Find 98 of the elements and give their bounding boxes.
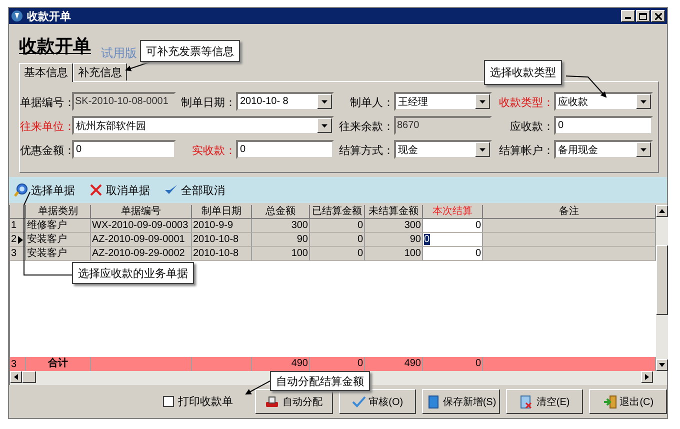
app-icon bbox=[11, 10, 23, 22]
table-cell: 安装客户 bbox=[26, 233, 91, 247]
scroll-thumb[interactable] bbox=[22, 371, 36, 383]
input-field[interactable]: 0 bbox=[72, 140, 176, 159]
close-button[interactable] bbox=[651, 10, 665, 22]
minimize-button[interactable] bbox=[621, 10, 635, 22]
action-button[interactable]: 退出(C) bbox=[589, 389, 667, 414]
input-field[interactable]: 8670 bbox=[394, 116, 492, 135]
field-label: 结算帐户： bbox=[498, 144, 554, 158]
printer-icon bbox=[265, 394, 280, 408]
tab[interactable]: 补充信息 bbox=[73, 63, 127, 81]
field-label: 应收款： bbox=[509, 120, 554, 134]
table-cell: 2010-10-8 bbox=[192, 233, 252, 247]
field-label: 往来单位： bbox=[20, 120, 72, 134]
callout-note: 选择收款类型 bbox=[484, 60, 562, 85]
field-label: 结算方式： bbox=[338, 144, 394, 158]
table-cell: 0 bbox=[310, 233, 365, 247]
maximize-button[interactable] bbox=[636, 10, 650, 22]
row-number: 2 bbox=[10, 233, 26, 247]
total-cell: 合计 bbox=[26, 357, 91, 371]
print-checkbox[interactable]: 打印收款单 bbox=[163, 394, 233, 409]
toolbar-button[interactable]: 全部取消 bbox=[164, 182, 225, 198]
total-cell: 490 bbox=[252, 357, 310, 371]
field-label: 往来余款： bbox=[338, 120, 394, 134]
column-header[interactable]: 总金额 bbox=[252, 205, 310, 219]
table-cell[interactable]: 0 bbox=[423, 219, 483, 233]
column-header[interactable]: 备注 bbox=[483, 205, 656, 219]
exit-door-icon bbox=[602, 394, 617, 408]
current-row-icon bbox=[18, 236, 23, 244]
dropdown-field[interactable]: 现金 bbox=[394, 140, 492, 159]
input-field[interactable]: SK-2010-10-08-0001 bbox=[72, 92, 176, 111]
table-cell: 2010-10-8 bbox=[192, 247, 252, 261]
table-cell: 0 bbox=[310, 247, 365, 261]
trial-label: 试用版 bbox=[101, 45, 137, 62]
table-cell: 300 bbox=[252, 219, 310, 233]
table-cell[interactable]: 0 bbox=[423, 233, 483, 247]
field-label: 制单人： bbox=[349, 96, 394, 110]
table-cell: 300 bbox=[365, 219, 423, 233]
dropdown-field[interactable]: 2010-10- 8 bbox=[236, 92, 334, 111]
table-cell: AZ-2010-09-29-0002 bbox=[91, 247, 192, 261]
scroll-thumb[interactable] bbox=[656, 245, 668, 315]
column-header[interactable]: 单据类别 bbox=[26, 205, 91, 219]
field-label: 优惠金额： bbox=[20, 144, 72, 158]
total-cell: 490 bbox=[365, 357, 423, 371]
total-cell bbox=[192, 357, 252, 371]
field-label: 收款类型： bbox=[498, 96, 554, 110]
table-cell[interactable]: 0 bbox=[423, 247, 483, 261]
table-cell: 安装客户 bbox=[26, 247, 91, 261]
leader-line bbox=[566, 76, 607, 98]
row-number: 3 bbox=[10, 247, 26, 261]
field-label: 实收款： bbox=[191, 144, 236, 158]
leader-line bbox=[125, 62, 150, 72]
table-cell: 100 bbox=[252, 247, 310, 261]
dropdown-field[interactable]: 备用现金 bbox=[554, 140, 653, 159]
toolbar-button[interactable]: 选择单据 bbox=[14, 182, 75, 198]
toolbar-button[interactable]: 取消单据 bbox=[89, 182, 150, 198]
cross-icon bbox=[89, 183, 103, 197]
maximize-icon bbox=[639, 12, 647, 20]
magnifier-icon bbox=[14, 183, 28, 197]
column-header[interactable]: 制单日期 bbox=[192, 205, 252, 219]
table-cell: 100 bbox=[365, 247, 423, 261]
table-cell: 2010-9-9 bbox=[192, 219, 252, 233]
table-cell: AZ-2010-09-09-0001 bbox=[91, 233, 192, 247]
check-icon bbox=[352, 394, 366, 408]
total-cell: 0 bbox=[310, 357, 365, 371]
callout-note: 可补充发票等信息 bbox=[140, 40, 240, 62]
action-button[interactable]: 自动分配 bbox=[255, 389, 333, 414]
action-button[interactable]: 清空(E) bbox=[506, 389, 584, 414]
total-cell: 0 bbox=[423, 357, 483, 371]
column-header[interactable]: 单据编号 bbox=[91, 205, 192, 219]
table-cell: 90 bbox=[365, 233, 423, 247]
table-cell: 维修客户 bbox=[26, 219, 91, 233]
window-title: 收款开单 bbox=[27, 10, 71, 24]
column-header[interactable]: 未结算金额 bbox=[365, 205, 423, 219]
vertical-scrollbar[interactable] bbox=[656, 205, 668, 371]
field-label: 制单日期： bbox=[180, 96, 236, 110]
table-cell: WX-2010-09-09-0003 bbox=[91, 219, 192, 233]
row-number: 3 bbox=[10, 357, 26, 371]
table-cell: 0 bbox=[310, 219, 365, 233]
action-button[interactable]: 审核(O) bbox=[338, 389, 416, 414]
form-title: 收款开单 bbox=[19, 35, 91, 58]
action-button[interactable]: 保存新增(S) bbox=[422, 389, 500, 414]
field-label: 单据编号： bbox=[20, 96, 72, 110]
row-number: 1 bbox=[10, 219, 26, 233]
dropdown-field[interactable]: 杭州东部软件园 bbox=[72, 116, 334, 135]
table-cell: 90 bbox=[252, 233, 310, 247]
tab[interactable]: 基本信息 bbox=[19, 63, 73, 82]
callout-note: 选择应收款的业务单据 bbox=[72, 262, 194, 284]
close-icon bbox=[654, 12, 662, 20]
input-field[interactable]: 0 bbox=[236, 140, 334, 159]
leader-line bbox=[245, 380, 270, 394]
dropdown-field[interactable]: 王经理 bbox=[394, 92, 492, 111]
document-delete-icon bbox=[519, 394, 534, 408]
document-icon bbox=[426, 394, 440, 408]
input-field[interactable]: 0 bbox=[554, 116, 653, 135]
dropdown-field[interactable]: 应收款 bbox=[554, 92, 653, 111]
column-header[interactable]: 已结算金额 bbox=[310, 205, 365, 219]
callout-note: 自动分配结算金额 bbox=[270, 371, 370, 391]
